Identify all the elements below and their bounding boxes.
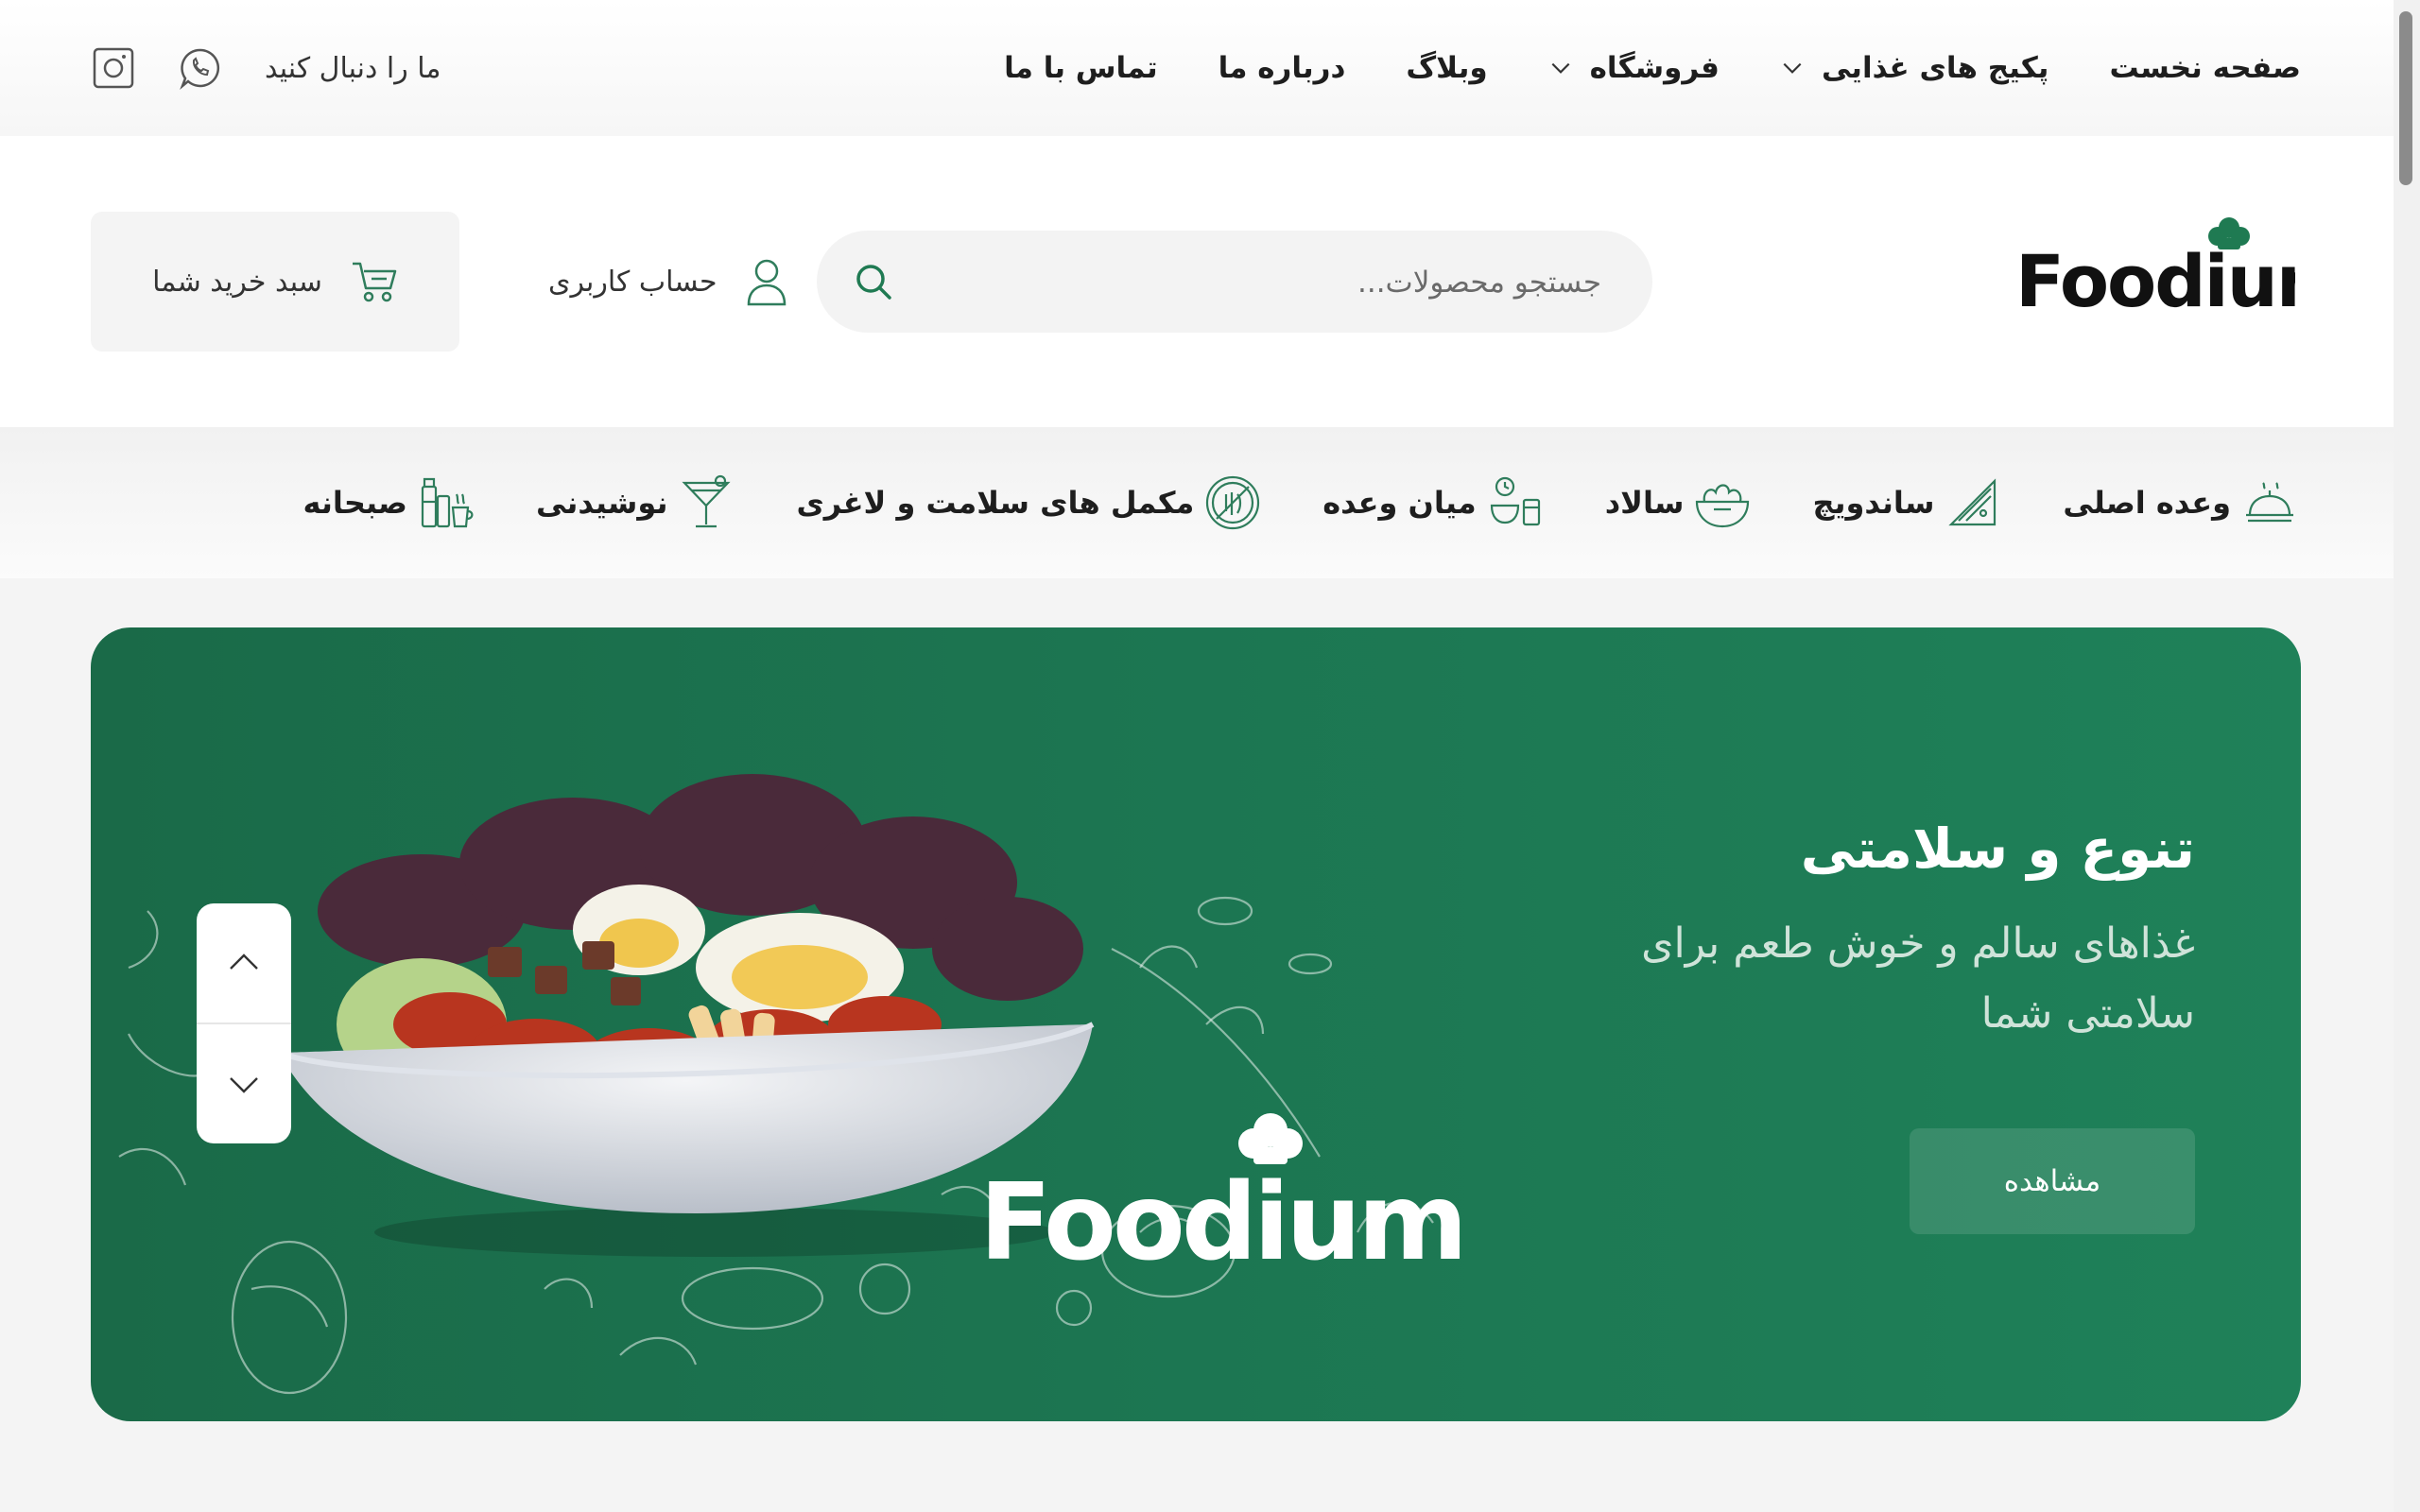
nav-about[interactable]: درباره ما — [1219, 51, 1346, 85]
nav-blog-label: وبلاگ — [1406, 51, 1488, 85]
category-supplement-label: مکمل های سلامت و لاغری — [796, 485, 1195, 521]
category-drink-label: نوشیدنی — [535, 485, 668, 521]
category-breakfast-label: صبحانه — [302, 485, 407, 521]
account-link[interactable]: حساب کاربری — [548, 251, 787, 312]
category-breakfast[interactable]: صبحانه — [302, 473, 475, 532]
snack-icon — [1490, 476, 1540, 526]
page: صفحه نخست پکیج های غذایی فروشگاه وبلاگ د… — [0, 0, 2394, 1512]
hero-foodium-logo: Foodium — [979, 1113, 1468, 1270]
category-salad[interactable]: سالاد — [1605, 473, 1753, 532]
category-main-dish[interactable]: وعده اصلی — [2063, 473, 2299, 532]
search-icon[interactable] — [853, 261, 894, 302]
hero-subtitle: غذاهای سالم و خوش طعم برای سلامتی شما — [1641, 919, 2195, 1038]
account-label: حساب کاربری — [548, 265, 717, 299]
category-sandwich-label: ساندویچ — [1812, 485, 1935, 521]
category-snack-label: میان وعده — [1322, 485, 1477, 521]
category-list: وعده اصلی ساندویچ سالاد میان وعده مکمل ه… — [302, 427, 2299, 578]
search-input[interactable] — [957, 231, 1603, 335]
chevron-down-icon — [1551, 62, 1570, 74]
site-header: Foodium حساب کاربری سبد خرید شما — [0, 136, 2394, 427]
search-bar — [817, 231, 1652, 335]
breakfast-icon — [421, 477, 474, 528]
hero-banner: Foodium تنوع و سلامتی غذاهای سالم و خوش … — [91, 627, 2301, 1421]
follow-us-label: ما را دنبال کنید — [265, 51, 441, 85]
drink-icon — [682, 474, 732, 528]
salad-icon — [1696, 484, 1750, 528]
cart-label: سبد خرید شما — [152, 265, 322, 299]
slider-next-button[interactable] — [197, 1022, 291, 1143]
nav-contact-label: تماس با ما — [1004, 51, 1158, 85]
nav-blog[interactable]: وبلاگ — [1406, 51, 1487, 85]
category-main-dish-label: وعده اصلی — [2063, 485, 2231, 521]
chevron-down-icon — [1783, 62, 1802, 74]
social-follow: ما را دنبال کنید — [91, 0, 441, 136]
main-nav: صفحه نخست پکیج های غذایی فروشگاه وبلاگ د… — [1004, 0, 2301, 136]
top-bar: صفحه نخست پکیج های غذایی فروشگاه وبلاگ د… — [0, 0, 2394, 136]
instagram-icon[interactable] — [91, 45, 136, 91]
whatsapp-icon[interactable] — [178, 45, 223, 91]
category-drink[interactable]: نوشیدنی — [536, 473, 735, 532]
slider-prev-button[interactable] — [197, 903, 291, 1022]
cart-button[interactable]: سبد خرید شما — [91, 212, 459, 352]
chevron-up-icon — [230, 954, 258, 970]
cart-icon — [352, 262, 397, 302]
foodium-logo[interactable]: Foodium — [2015, 212, 2295, 316]
nav-food-packages-label: پکیج های غذایی — [1821, 51, 2049, 85]
page-scrollbar[interactable] — [2394, 0, 2420, 1512]
category-salad-label: سالاد — [1604, 485, 1685, 521]
hero-view-button[interactable]: مشاهده — [1910, 1128, 2195, 1234]
nav-shop[interactable]: فروشگاه — [1548, 51, 1720, 85]
slider-controls — [197, 903, 291, 1143]
main-dish-icon — [2246, 482, 2293, 523]
category-snack[interactable]: میان وعده — [1322, 473, 1544, 532]
user-icon — [747, 259, 786, 306]
nav-contact[interactable]: تماس با ما — [1004, 51, 1158, 85]
svg-text:Foodium: Foodium — [979, 1161, 1464, 1270]
nav-home[interactable]: صفحه نخست — [2109, 51, 2301, 85]
scrollbar-thumb[interactable] — [2399, 11, 2412, 185]
svg-text:Foodium: Foodium — [2015, 239, 2295, 316]
nav-about-label: درباره ما — [1218, 51, 1346, 85]
chevron-down-icon — [230, 1077, 258, 1093]
nav-shop-label: فروشگاه — [1589, 51, 1720, 85]
hero-title: تنوع و سلامتی — [1800, 816, 2195, 881]
sandwich-icon — [1948, 478, 1996, 526]
supplement-icon — [1206, 475, 1260, 530]
category-bar: وعده اصلی ساندویچ سالاد میان وعده مکمل ه… — [0, 427, 2394, 578]
nav-home-label: صفحه نخست — [2109, 51, 2301, 85]
category-sandwich[interactable]: ساندویچ — [1812, 473, 2002, 532]
category-supplement[interactable]: مکمل های سلامت و لاغری — [796, 473, 1262, 532]
nav-food-packages[interactable]: پکیج های غذایی — [1780, 51, 2049, 85]
